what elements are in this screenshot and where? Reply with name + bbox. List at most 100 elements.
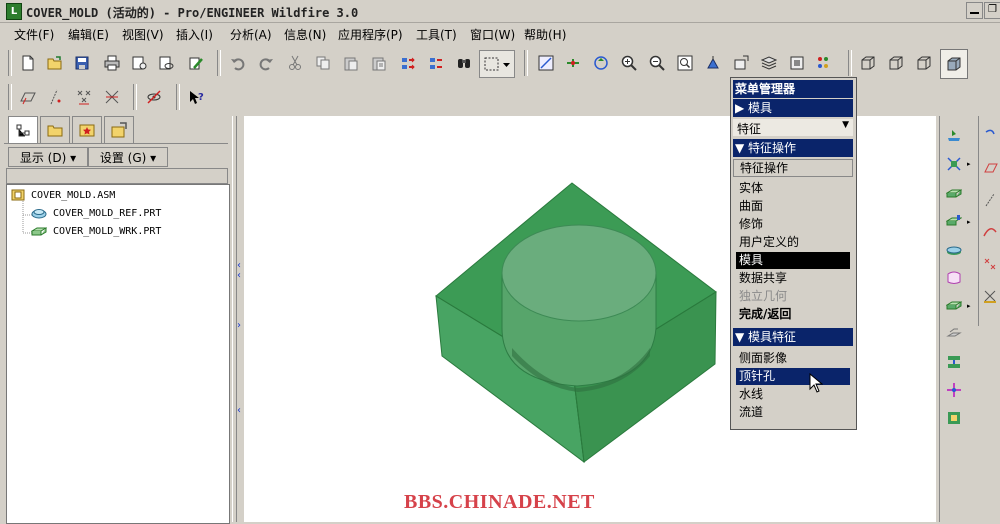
selection-filter-dropdown[interactable] [479,50,515,78]
datum-plane-icon[interactable] [16,85,40,109]
wireframe-icon[interactable] [856,51,880,75]
saved-views-icon[interactable] [729,51,753,75]
settings-dropdown[interactable]: 设置 (G) ▾ [88,147,168,167]
reorient-icon[interactable] [701,51,725,75]
datum-point-side-icon[interactable] [978,252,1000,276]
menu-insert[interactable]: 插入(I) [176,26,213,43]
csys-side-icon[interactable] [978,284,1000,308]
favorites-tab[interactable] [72,116,102,143]
orient-mode-icon[interactable] [589,51,613,75]
datum-axis-side-icon[interactable] [978,188,1000,212]
appearance-icon[interactable] [812,51,836,75]
tree-item-workpiece[interactable]: COVER_MOLD_WRK.PRT [30,225,162,237]
minimize-button[interactable] [966,2,983,19]
tree-item-ref-part[interactable]: COVER_MOLD_REF.PRT [31,207,161,219]
mold-model-icon[interactable] [942,124,966,148]
menu-item-mold-highlight[interactable]: 模具 [736,252,850,269]
menu-item-data-sharing[interactable]: 数据共享 [739,270,787,287]
extract-icon[interactable] [942,322,966,346]
folder-browser-tab[interactable] [40,116,70,143]
runner-tool-icon[interactable] [942,378,966,402]
connections-tab[interactable] [104,116,134,143]
datum-plane-side-icon[interactable] [978,156,1000,180]
copy-icon[interactable] [311,51,335,75]
regen-manager-icon[interactable] [424,51,448,75]
hide-datum-icon[interactable] [142,85,166,109]
save-icon[interactable] [70,51,94,75]
open-folder-icon[interactable] [43,51,67,75]
menu-item-ejector-hole-highlight[interactable]: 顶针孔 [736,368,850,385]
layers-icon[interactable] [757,51,781,75]
feature-dropdown[interactable]: 特征 ▼ [733,119,853,136]
datum-point-icon[interactable] [72,85,96,109]
undo-icon[interactable] [226,51,250,75]
redo-icon[interactable] [254,51,278,75]
whats-this-help-icon[interactable]: ? [184,85,208,109]
menu-manager-title: 菜单管理器 [733,80,853,98]
menu-info[interactable]: 信息(N) [284,26,326,43]
find-icon[interactable] [452,51,476,75]
print-icon[interactable] [100,51,124,75]
send-mail-icon[interactable] [127,51,151,75]
datum-csys-icon[interactable] [100,85,124,109]
menu-item-solid[interactable]: 实体 [739,180,763,197]
mold-menu-header[interactable]: ▶ 模具 [733,99,853,117]
paste-icon[interactable] [339,51,363,75]
menu-item-surface[interactable]: 曲面 [739,198,763,215]
curve-icon[interactable] [978,220,1000,244]
silhouette-curve-icon[interactable] [942,266,966,290]
menu-item-silhouette[interactable]: 侧面影像 [739,350,787,367]
menu-view[interactable]: 视图(V) [122,26,164,43]
menu-applications[interactable]: 应用程序(P) [338,26,403,43]
watermark-text: BBS.CHINADE.NET [404,491,595,513]
tree-item-label: COVER_MOLD_WRK.PRT [53,226,162,237]
expand-arrow-icon[interactable]: › [237,321,241,331]
model-tree-tab[interactable] [8,116,38,144]
panel-sash[interactable]: ‹ ‹ › ‹ [230,116,244,522]
repaint-icon[interactable] [534,51,558,75]
feature-ops-header[interactable]: ▼ 特征操作 [733,139,853,157]
menu-help[interactable]: 帮助(H) [524,26,566,43]
menu-file[interactable]: 文件(F) [14,26,54,43]
mold-feature-header[interactable]: ▼ 模具特征 [733,328,853,346]
paste-special-icon[interactable] [367,51,391,75]
mold-opening-icon[interactable] [942,350,966,374]
menu-tools[interactable]: 工具(T) [416,26,457,43]
mold-info-icon[interactable] [942,406,966,430]
split-volume-icon[interactable] [942,294,966,318]
menu-item-done-return[interactable]: 完成/返回 [739,306,791,323]
menu-edit[interactable]: 编辑(E) [68,26,109,43]
workpiece-tool-icon[interactable] [942,182,966,206]
model-tree: COVER_MOLD.ASM COVER_MOLD_REF.PRT COVER_… [6,184,230,524]
show-dropdown[interactable]: 显示 (D) ▾ [8,147,88,167]
spin-center-icon[interactable] [561,51,585,75]
cut-icon[interactable] [283,51,307,75]
menu-item-runner[interactable]: 流道 [739,404,763,421]
menu-window[interactable]: 窗口(W) [470,26,515,43]
view-manager-icon[interactable] [785,51,809,75]
collapse-arrow-icon-2[interactable]: ‹ [237,406,241,416]
no-hidden-icon[interactable] [912,51,936,75]
send-link-icon[interactable] [154,51,178,75]
zoom-out-icon[interactable] [645,51,669,75]
restore-button[interactable]: ❐ [984,2,1000,19]
main-toolbar [0,46,1000,80]
zoom-in-icon[interactable] [617,51,641,75]
refit-icon[interactable] [673,51,697,75]
rename-icon[interactable] [184,51,208,75]
menu-analysis[interactable]: 分析(A) [230,26,272,43]
shrinkage-icon[interactable] [942,152,966,176]
sketch-tool-icon[interactable] [978,124,1000,148]
collapse-arrow-icon[interactable]: ‹ ‹ [237,261,241,281]
datum-axis-icon[interactable] [44,85,68,109]
parting-surface-icon[interactable] [942,238,966,262]
tree-item-assembly[interactable]: COVER_MOLD.ASM [11,189,115,201]
menu-item-user-defined[interactable]: 用户定义的 [739,234,799,251]
volume-icon[interactable] [942,210,966,234]
hidden-line-icon[interactable] [884,51,908,75]
menu-item-cosmetic[interactable]: 修饰 [739,216,763,233]
regenerate-icon[interactable] [396,51,420,75]
new-file-icon[interactable] [16,51,40,75]
shading-icon[interactable] [940,49,968,79]
menu-item-waterline[interactable]: 水线 [739,386,763,403]
